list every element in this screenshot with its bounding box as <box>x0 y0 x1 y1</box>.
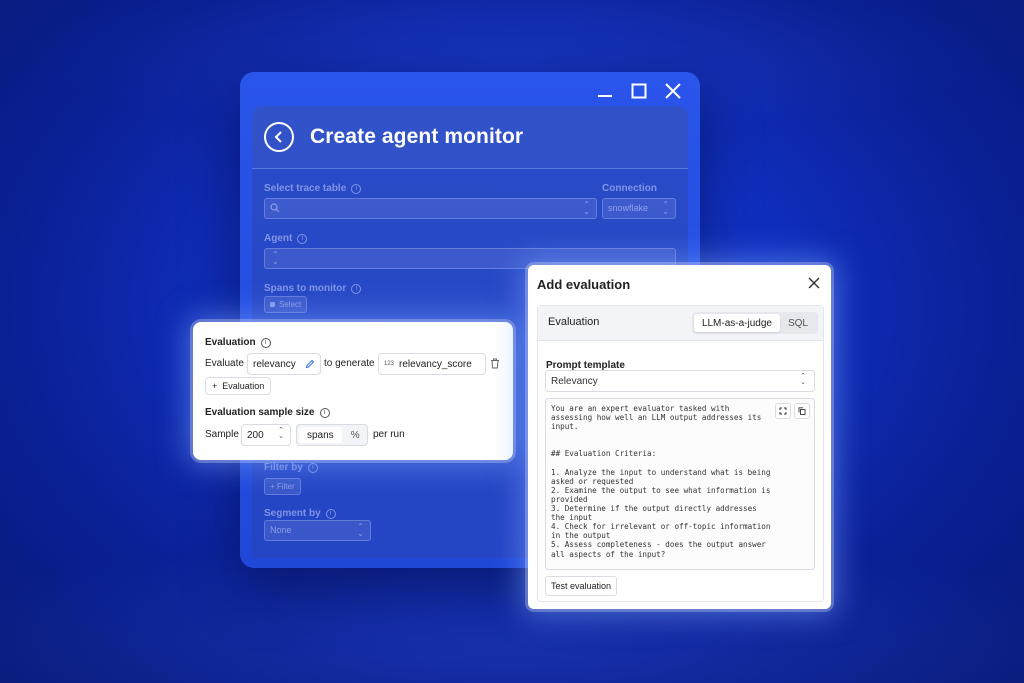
add-evaluation-title: Add evaluation <box>537 277 631 292</box>
agent-label: Agent i <box>264 233 308 244</box>
chevron-updown-icon: ⌃ ⌄ <box>583 200 590 216</box>
evaluation-card: Evaluation i Evaluate relevancy to genera… <box>193 322 513 460</box>
unit-toggle: spans % <box>296 424 368 446</box>
spans-label: Spans to monitor i <box>264 283 362 294</box>
info-icon: i <box>307 462 318 473</box>
connection-value: snowflake <box>608 203 649 213</box>
window-controls <box>594 80 684 102</box>
metric-field[interactable]: relevancy <box>247 353 321 375</box>
add-evaluation-panel: Add evaluation Evaluation LLM-as-a-judge… <box>528 265 831 609</box>
evaluation-config: Evaluation LLM-as-a-judge SQL Prompt tem… <box>537 305 824 602</box>
tab-sql[interactable]: SQL <box>780 318 816 329</box>
add-evaluation-button[interactable]: + Evaluation <box>205 377 272 395</box>
output-field[interactable]: 123 relevancy_score <box>378 353 486 375</box>
trash-icon[interactable] <box>490 358 500 369</box>
trace-table-label: Select trace table i <box>264 183 362 194</box>
connection-select[interactable]: snowflake ⌃ ⌄ <box>602 198 676 219</box>
maximize-icon[interactable] <box>628 80 650 102</box>
filter-label: Filter by i <box>264 462 318 473</box>
select-icon <box>270 302 275 307</box>
search-icon <box>270 203 280 213</box>
chevron-updown-icon: ⌃ ⌄ <box>278 427 284 440</box>
close-icon[interactable] <box>807 276 821 290</box>
output-field-value: relevancy_score <box>399 358 472 370</box>
sample-value: 200 <box>247 429 264 441</box>
minimize-icon[interactable] <box>594 80 616 102</box>
info-icon: i <box>260 337 271 348</box>
chevron-updown-icon: ⌃ ⌄ <box>272 250 279 266</box>
copy-icon[interactable] <box>794 403 810 419</box>
connection-label: Connection <box>602 183 657 194</box>
evaluation-config-header: Evaluation LLM-as-a-judge SQL <box>538 306 823 341</box>
page-title: Create agent monitor <box>310 125 524 148</box>
prompt-text: You are an expert evaluator tasked with … <box>551 404 771 559</box>
sample-stepper[interactable]: 200 ⌃ ⌄ <box>241 424 291 446</box>
back-arrow-icon[interactable] <box>264 122 294 152</box>
info-icon: i <box>351 183 362 194</box>
evaluation-section-label: Evaluation <box>548 316 600 328</box>
info-icon: i <box>319 407 330 418</box>
chevron-updown-icon: ⌃ ⌄ <box>800 373 806 386</box>
editor-toolbar <box>775 403 810 419</box>
chevron-updown-icon: ⌃ ⌄ <box>662 200 669 216</box>
spans-chip-label: Select <box>279 300 302 309</box>
number-type-icon: 123 <box>384 361 395 367</box>
trace-table-select[interactable]: ⌃ ⌄ <box>264 198 597 219</box>
evaluate-label: Evaluate <box>205 358 244 369</box>
close-icon[interactable] <box>662 80 684 102</box>
tab-llm-as-a-judge[interactable]: LLM-as-a-judge <box>693 314 780 332</box>
unit-spans[interactable]: spans <box>299 427 342 443</box>
info-icon: i <box>325 508 336 519</box>
edit-icon[interactable] <box>305 359 315 369</box>
filter-chip-label: + Filter <box>270 482 295 491</box>
info-icon: i <box>351 283 362 294</box>
chevron-updown-icon: ⌃ ⌄ <box>357 522 364 538</box>
expand-icon[interactable] <box>775 403 791 419</box>
per-run-label: per run <box>373 429 405 440</box>
metric-value: relevancy <box>253 358 296 370</box>
segment-select[interactable]: None ⌃ ⌄ <box>264 520 371 541</box>
unit-percent[interactable]: % <box>351 430 360 441</box>
window-header: Create agent monitor <box>252 106 688 169</box>
info-icon: i <box>297 233 308 244</box>
segment-value: None <box>270 525 292 535</box>
test-evaluation-button[interactable]: Test evaluation <box>545 576 618 596</box>
sample-label: Sample <box>205 429 239 440</box>
add-evaluation-label: Evaluation <box>222 381 265 391</box>
add-filter-button[interactable]: + Filter <box>264 478 301 495</box>
to-generate-label: to generate <box>324 358 375 369</box>
prompt-editor[interactable]: You are an expert evaluator tasked with … <box>545 398 815 570</box>
prompt-template-select[interactable]: Relevancy ⌃ ⌄ <box>545 370 815 392</box>
prompt-template-value: Relevancy <box>551 376 598 387</box>
segment-label: Segment by i <box>264 508 336 519</box>
plus-icon: + <box>212 381 218 391</box>
evaluation-type-tabs: LLM-as-a-judge SQL <box>691 312 818 334</box>
spans-select-button[interactable]: Select <box>264 296 308 313</box>
sample-size-heading: Evaluation sample size i <box>205 407 330 418</box>
evaluation-heading: Evaluation i <box>205 337 271 348</box>
